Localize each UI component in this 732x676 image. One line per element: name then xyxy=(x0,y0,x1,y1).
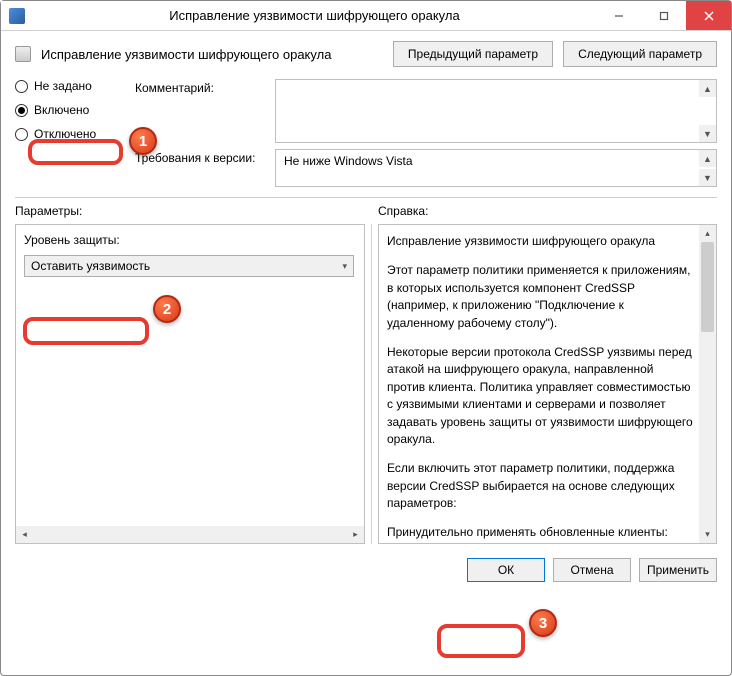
scrollbar-thumb[interactable] xyxy=(701,242,714,332)
scroll-down-icon[interactable]: ▼ xyxy=(699,125,716,142)
help-text: Принудительно применять обновленные клие… xyxy=(387,524,694,544)
scroll-right-icon[interactable]: ▸ xyxy=(347,526,364,543)
scroll-up-icon[interactable]: ▴ xyxy=(699,225,716,242)
radio-not-configured-label: Не задано xyxy=(34,79,92,93)
vertical-scrollbar[interactable]: ▴ ▾ xyxy=(699,225,716,543)
protection-level-value: Оставить уязвимость xyxy=(31,259,150,273)
requirements-box: Не ниже Windows Vista ▲ ▼ xyxy=(275,149,717,187)
help-text: Некоторые версии протокола CredSSP уязви… xyxy=(387,344,694,448)
policy-icon xyxy=(15,46,31,62)
help-panel: Исправление уязвимости шифрующего оракул… xyxy=(378,224,717,544)
options-panel: Уровень защиты: Оставить уязвимость ▾ ◂ … xyxy=(15,224,365,544)
state-radio-group: Не задано Включено Отключено xyxy=(15,79,125,187)
next-setting-button[interactable]: Следующий параметр xyxy=(563,41,717,67)
previous-setting-button[interactable]: Предыдущий параметр xyxy=(393,41,553,67)
radio-disabled[interactable] xyxy=(15,128,28,141)
comment-label: Комментарий: xyxy=(135,79,265,149)
close-button[interactable] xyxy=(686,1,731,30)
help-text: Если включить этот параметр политики, по… xyxy=(387,460,694,512)
annotation-marker: 3 xyxy=(529,609,557,637)
annotation-callout xyxy=(437,624,525,658)
minimize-button[interactable] xyxy=(596,1,641,30)
radio-enabled-label: Включено xyxy=(34,103,89,117)
titlebar: Исправление уязвимости шифрующего оракул… xyxy=(1,1,731,31)
radio-disabled-label: Отключено xyxy=(34,127,96,141)
ok-button[interactable]: ОК xyxy=(467,558,545,582)
comment-textarea[interactable]: ▲ ▼ xyxy=(275,79,717,143)
app-icon xyxy=(9,8,25,24)
radio-enabled[interactable] xyxy=(15,104,28,117)
requirements-label: Требования к версии: xyxy=(135,149,265,179)
chevron-down-icon: ▾ xyxy=(342,261,347,272)
scroll-down-icon[interactable]: ▾ xyxy=(699,526,716,543)
protection-level-combo[interactable]: Оставить уязвимость ▾ xyxy=(24,255,354,277)
help-header: Справка: xyxy=(378,204,717,218)
maximize-button[interactable] xyxy=(641,1,686,30)
horizontal-scrollbar[interactable]: ◂ ▸ xyxy=(16,526,364,543)
requirements-value: Не ниже Windows Vista xyxy=(284,154,413,168)
help-text: Исправление уязвимости шифрующего оракул… xyxy=(387,233,694,250)
scroll-up-icon[interactable]: ▲ xyxy=(699,80,716,97)
options-header: Параметры: xyxy=(15,204,365,218)
apply-button[interactable]: Применить xyxy=(639,558,717,582)
scroll-up-icon[interactable]: ▲ xyxy=(699,150,716,167)
cancel-button[interactable]: Отмена xyxy=(553,558,631,582)
scroll-down-icon[interactable]: ▼ xyxy=(699,169,716,186)
protection-level-label: Уровень защиты: xyxy=(24,233,356,247)
window-title: Исправление уязвимости шифрующего оракул… xyxy=(33,8,596,23)
scroll-left-icon[interactable]: ◂ xyxy=(16,526,33,543)
policy-name: Исправление уязвимости шифрующего оракул… xyxy=(41,47,383,62)
radio-not-configured[interactable] xyxy=(15,80,28,93)
help-text: Этот параметр политики применяется к при… xyxy=(387,262,694,332)
